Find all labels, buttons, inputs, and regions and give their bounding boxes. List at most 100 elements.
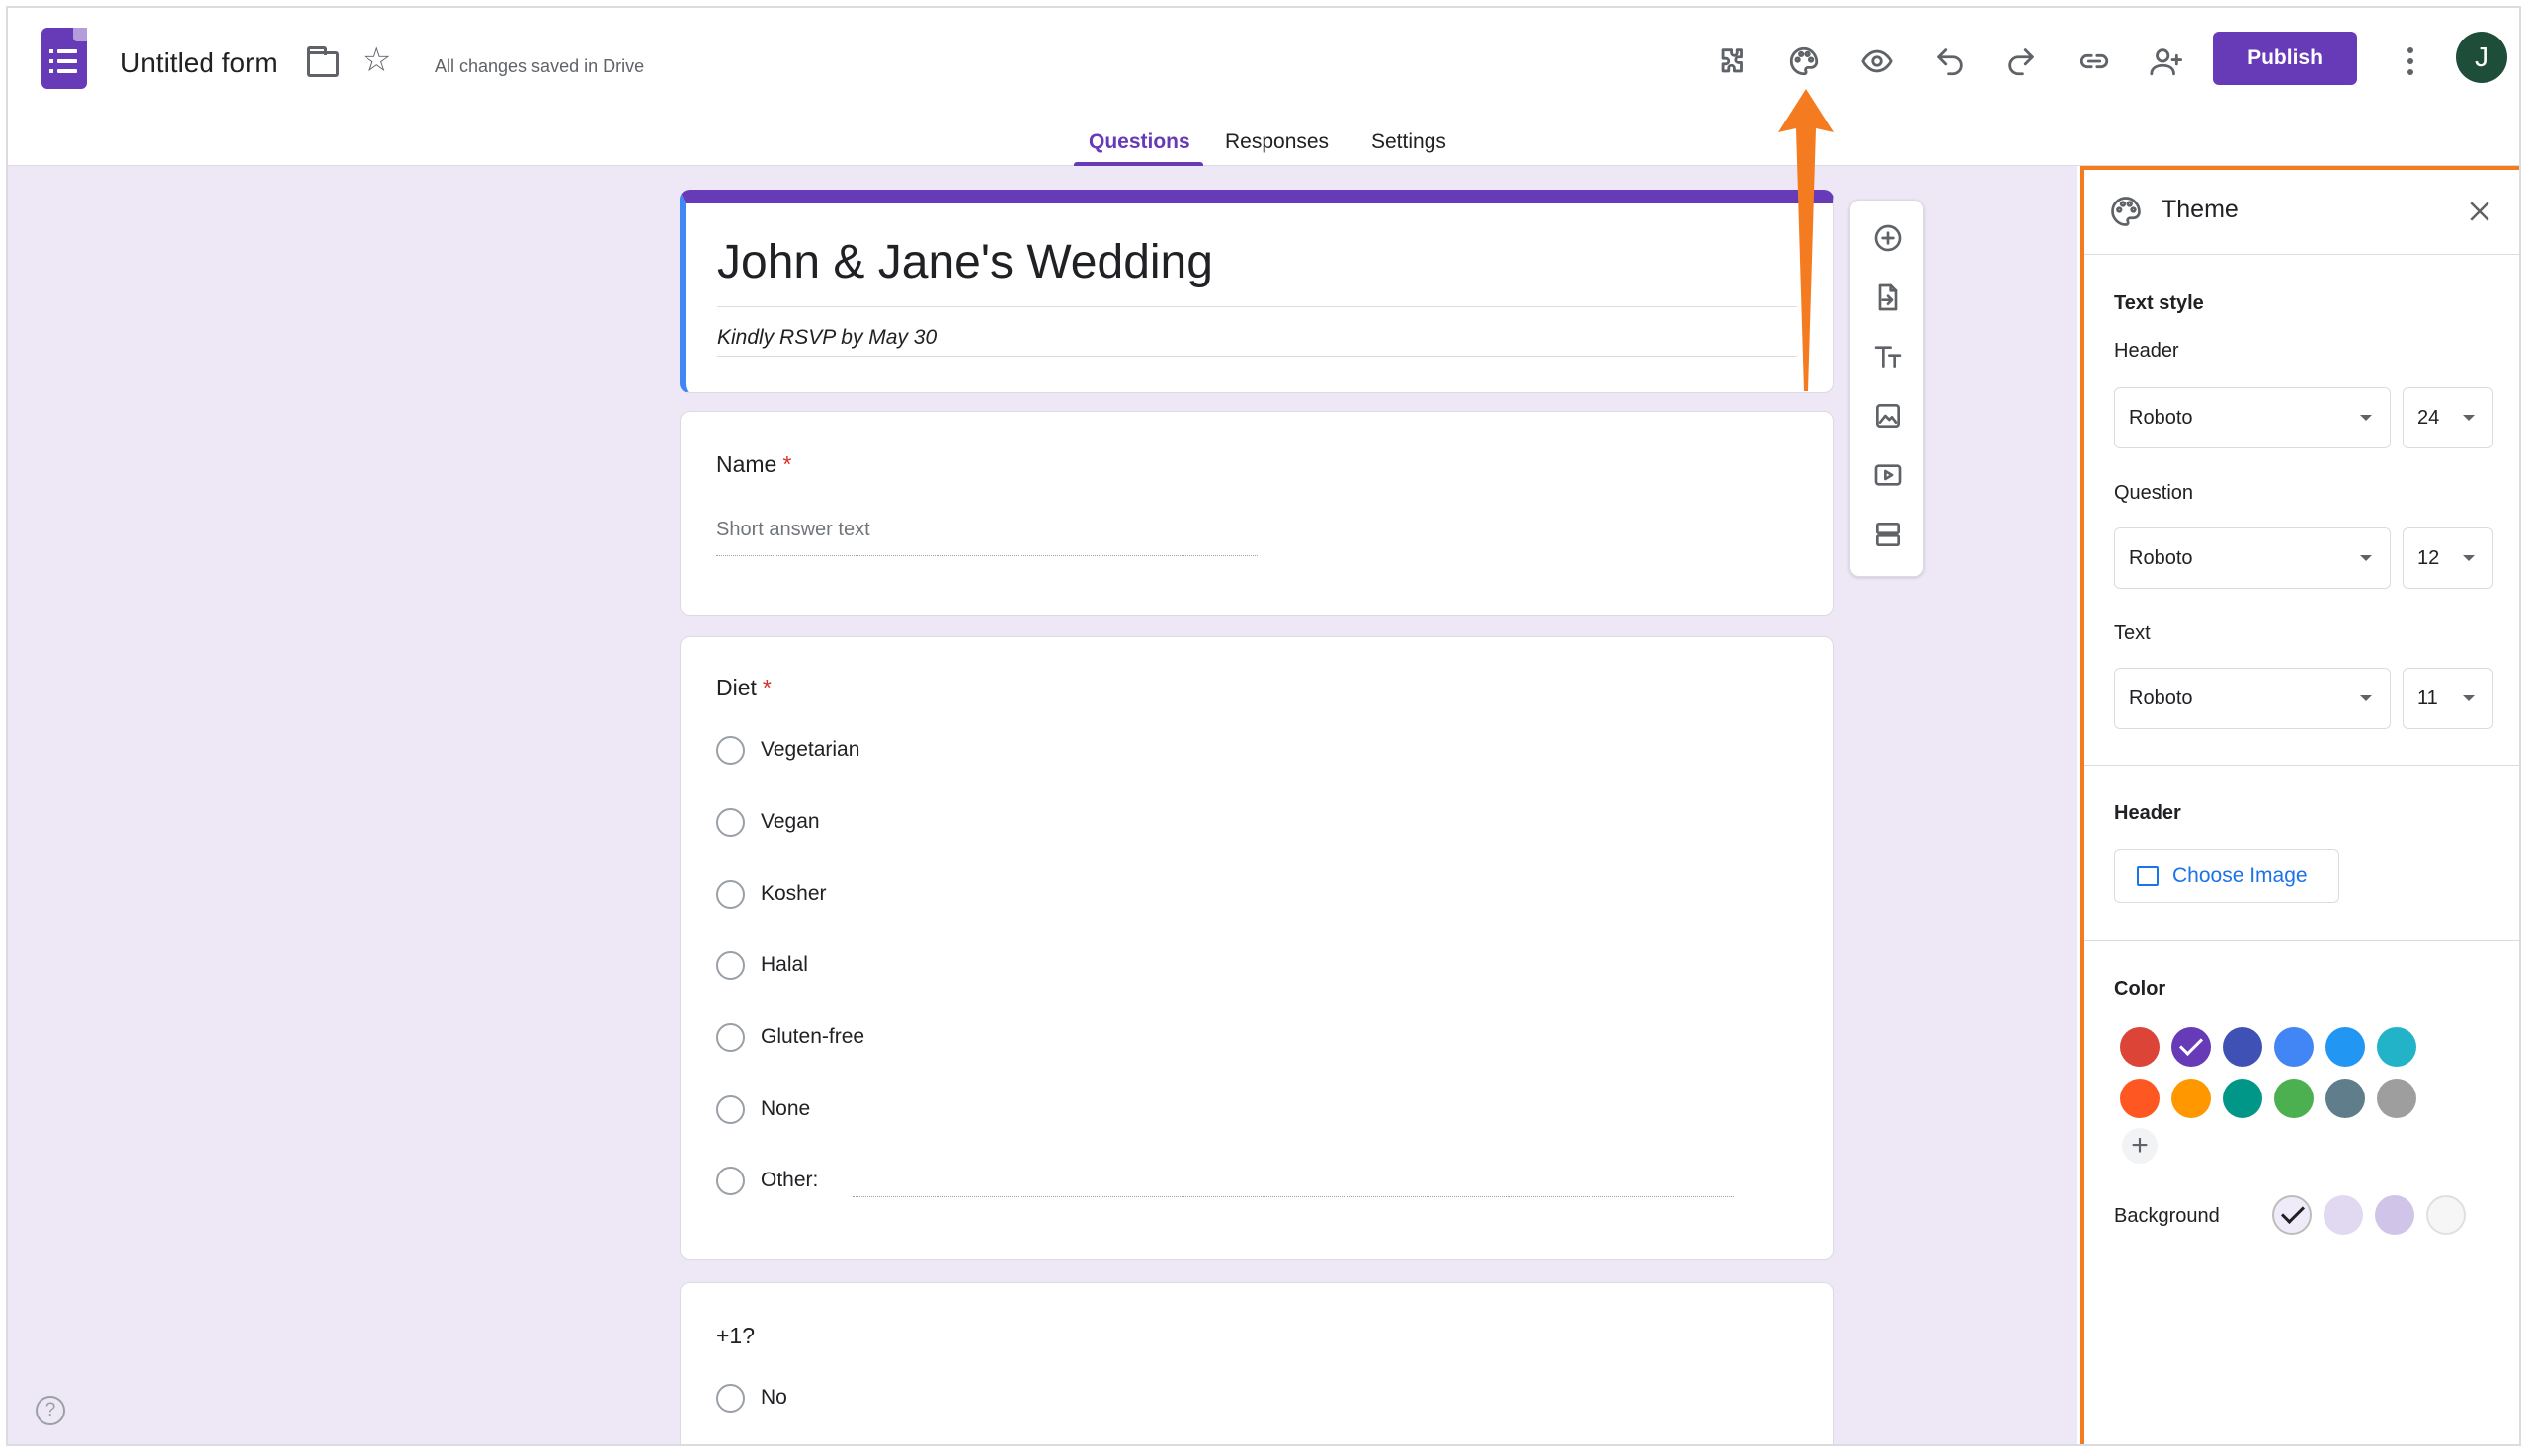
color-swatch[interactable] (2120, 1079, 2160, 1118)
question-title: Diet * (716, 675, 772, 701)
short-answer-field: Short answer text (716, 519, 1258, 556)
option-label: No (761, 1386, 787, 1409)
radio-circle-icon[interactable] (716, 879, 745, 909)
undo-icon[interactable] (1926, 38, 1974, 85)
dropdown-caret-icon (2360, 415, 2372, 421)
import-questions-icon[interactable] (1866, 276, 1910, 319)
palette-icon (2111, 197, 2141, 226)
option-label: Gluten-free (761, 1025, 865, 1048)
arrow-head (1778, 89, 1834, 391)
add-question-icon[interactable] (1866, 216, 1910, 260)
preview-icon[interactable] (1853, 38, 1901, 85)
form-title[interactable]: John & Jane's Wedding (717, 235, 1213, 289)
tab-settings[interactable]: Settings (1371, 130, 1446, 154)
dropdown-caret-icon (2463, 695, 2475, 701)
form-title-card[interactable]: John & Jane's Wedding Kindly RSVP by May… (680, 190, 1834, 393)
radio-option[interactable]: Vegetarian (716, 734, 859, 766)
option-label: Other: (761, 1169, 819, 1191)
question-font-label: Question (2114, 482, 2194, 504)
document-title[interactable]: Untitled form (121, 47, 278, 79)
color-swatch[interactable] (2274, 1079, 2314, 1118)
help-icon[interactable]: ? (36, 1396, 65, 1425)
form-canvas: John & Jane's Wedding Kindly RSVP by May… (8, 166, 2077, 1444)
color-swatch[interactable] (2325, 1027, 2365, 1067)
background-swatch[interactable] (2375, 1195, 2414, 1235)
header-size-select[interactable]: 24 (2403, 387, 2493, 448)
background-swatch[interactable] (2426, 1195, 2466, 1235)
radio-circle-icon[interactable] (716, 807, 745, 837)
color-swatch[interactable] (2171, 1079, 2211, 1118)
question-font-select[interactable]: Roboto (2114, 527, 2391, 589)
radio-option[interactable]: Gluten-free (716, 1021, 864, 1053)
forms-logo-icon[interactable] (41, 28, 87, 89)
close-icon[interactable] (2460, 192, 2499, 231)
addons-icon[interactable] (1709, 38, 1756, 85)
form-description[interactable]: Kindly RSVP by May 30 (717, 326, 937, 350)
theme-panel-header: Theme (2084, 170, 2519, 255)
color-swatch[interactable] (2120, 1027, 2160, 1067)
color-swatch[interactable] (2377, 1027, 2416, 1067)
color-swatch[interactable] (2171, 1027, 2211, 1067)
radio-circle-icon[interactable] (716, 950, 745, 980)
color-swatch[interactable] (2274, 1027, 2314, 1067)
text-size-select[interactable]: 11 (2403, 668, 2493, 729)
background-swatch[interactable] (2272, 1195, 2312, 1235)
check-icon (2280, 1199, 2306, 1225)
background-label: Background (2114, 1205, 2220, 1227)
color-swatch[interactable] (2223, 1027, 2262, 1067)
more-options-icon[interactable] (2387, 38, 2434, 85)
add-title-icon[interactable] (1866, 335, 1910, 378)
radio-option-other[interactable]: Other: (716, 1165, 818, 1196)
palette-icon[interactable] (1780, 38, 1828, 85)
required-marker: * (762, 675, 772, 700)
question-title: Name * (716, 451, 791, 478)
header-font-select[interactable]: Roboto (2114, 387, 2391, 448)
radio-circle-icon[interactable] (716, 735, 745, 765)
choose-image-button[interactable]: Choose Image (2114, 849, 2339, 903)
radio-option[interactable]: None (716, 1093, 810, 1125)
radio-circle-icon[interactable] (716, 1166, 745, 1195)
text-font-select[interactable]: Roboto (2114, 668, 2391, 729)
image-icon (2137, 866, 2159, 886)
dropdown-caret-icon (2463, 415, 2475, 421)
add-video-icon[interactable] (1866, 453, 1910, 497)
theme-panel: Theme Text style Header Roboto 24 Questi… (2080, 166, 2519, 1444)
select-value: Roboto (2129, 406, 2193, 429)
redo-icon[interactable] (1998, 38, 2045, 85)
add-section-icon[interactable] (1866, 513, 1910, 556)
section-divider (2084, 765, 2519, 766)
add-custom-color-icon[interactable]: + (2122, 1128, 2158, 1164)
tab-questions[interactable]: Questions (1089, 130, 1190, 154)
radio-option[interactable]: Kosher (716, 878, 827, 910)
link-icon[interactable] (2071, 38, 2118, 85)
annotation-arrow (1778, 89, 1834, 391)
add-image-icon[interactable] (1866, 394, 1910, 438)
tab-responses[interactable]: Responses (1225, 130, 1329, 154)
question-title-text: Diet (716, 675, 757, 700)
star-icon[interactable]: ☆ (362, 43, 391, 77)
color-swatch[interactable] (2377, 1079, 2416, 1118)
dropdown-caret-icon (2360, 695, 2372, 701)
question-card-name[interactable]: Name * Short answer text (680, 411, 1834, 616)
avatar[interactable]: J (2456, 32, 2507, 83)
radio-option[interactable]: Halal (716, 949, 808, 981)
radio-circle-icon[interactable] (716, 1094, 745, 1124)
radio-circle-icon[interactable] (716, 1022, 745, 1052)
radio-circle-icon[interactable] (716, 1383, 745, 1413)
other-text-field[interactable] (853, 1196, 1734, 1197)
publish-button[interactable]: Publish (2213, 32, 2357, 85)
color-swatch[interactable] (2223, 1079, 2262, 1118)
background-swatch[interactable] (2324, 1195, 2363, 1235)
select-value: 11 (2417, 687, 2438, 709)
theme-panel-title: Theme (2162, 196, 2239, 223)
move-folder-icon[interactable] (307, 46, 339, 77)
question-size-select[interactable]: 12 (2403, 527, 2493, 589)
select-value: 12 (2417, 546, 2440, 569)
color-swatch[interactable] (2325, 1079, 2365, 1118)
radio-option[interactable]: No (716, 1382, 787, 1414)
question-card-diet[interactable]: Diet * Vegetarian Vegan Kosher Halal Glut… (680, 636, 1834, 1260)
option-label: Vegetarian (761, 738, 860, 761)
add-collaborator-icon[interactable] (2142, 38, 2189, 85)
radio-option[interactable]: Vegan (716, 806, 820, 838)
question-card-plus-one[interactable]: +1? No (680, 1282, 1834, 1444)
